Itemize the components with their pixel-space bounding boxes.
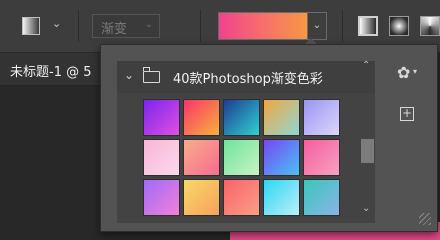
gear-menu-caret-icon[interactable]: ▾ [413, 67, 417, 76]
gradient-picker-panel: ⌄ 40款Photoshop渐变色彩 ⌃ ⌄ ✿ ▾ + [100, 44, 438, 232]
gradient-preset-swatch[interactable] [223, 139, 260, 176]
resize-grip[interactable] [419, 213, 431, 225]
separator [78, 10, 79, 42]
gradient-preset-swatch[interactable] [263, 179, 300, 216]
gradient-picker-dropdown[interactable]: ⌄ [307, 12, 327, 40]
gradient-preset-swatch[interactable] [183, 139, 220, 176]
gradient-preset-swatch[interactable] [143, 99, 180, 136]
preset-group-header[interactable]: ⌄ 40款Photoshop渐变色彩 [117, 61, 375, 93]
linear-gradient-icon[interactable] [358, 16, 378, 36]
gradient-preset-swatch[interactable] [223, 179, 260, 216]
gradient-preset-swatch[interactable] [303, 99, 340, 136]
angle-gradient-icon[interactable] [420, 16, 440, 36]
gradient-preset-swatch[interactable] [263, 139, 300, 176]
gradient-preset-swatch[interactable] [183, 99, 220, 136]
scrollbar[interactable] [359, 75, 373, 201]
gradient-preset-swatch[interactable] [263, 99, 300, 136]
document-tab[interactable]: 未标题-1 @ 5 [0, 53, 110, 86]
folder-icon [142, 67, 160, 83]
chevron-down-icon[interactable]: ⌄ [124, 68, 134, 82]
scroll-up-icon[interactable]: ⌃ [362, 60, 370, 71]
tool-preset-caret-icon[interactable]: ⌄ [52, 17, 61, 30]
radial-gradient-icon[interactable] [389, 16, 409, 36]
gradient-preset-swatch[interactable] [223, 99, 260, 136]
scrollbar-thumb[interactable] [361, 139, 374, 163]
preset-group-name: 40款Photoshop渐变色彩 [173, 72, 323, 87]
gear-icon[interactable]: ✿ [397, 63, 410, 82]
chevron-down-icon: ⌄ [144, 19, 153, 30]
separator [342, 10, 343, 42]
gradient-preset-swatch[interactable] [303, 179, 340, 216]
gradient-preset-swatch[interactable] [143, 139, 180, 176]
preset-list: ⌄ 40款Photoshop渐变色彩 [117, 61, 375, 223]
gradient-preview-swatch[interactable] [218, 12, 308, 40]
document-tab-label: 未标题-1 @ 5 [10, 65, 92, 80]
preset-grid [143, 99, 340, 216]
gradient-preset-swatch[interactable] [183, 179, 220, 216]
separator [200, 10, 201, 42]
new-preset-icon[interactable]: + [400, 107, 414, 121]
scroll-down-icon[interactable]: ⌄ [362, 203, 370, 214]
gradient-mode-label: 渐变 [101, 22, 128, 37]
gradient-preset-swatch[interactable] [303, 139, 340, 176]
gradient-preset-swatch[interactable] [143, 179, 180, 216]
gradient-mode-select[interactable]: 渐变 ⌄ [92, 14, 160, 38]
gradient-tool-icon[interactable] [22, 17, 40, 35]
